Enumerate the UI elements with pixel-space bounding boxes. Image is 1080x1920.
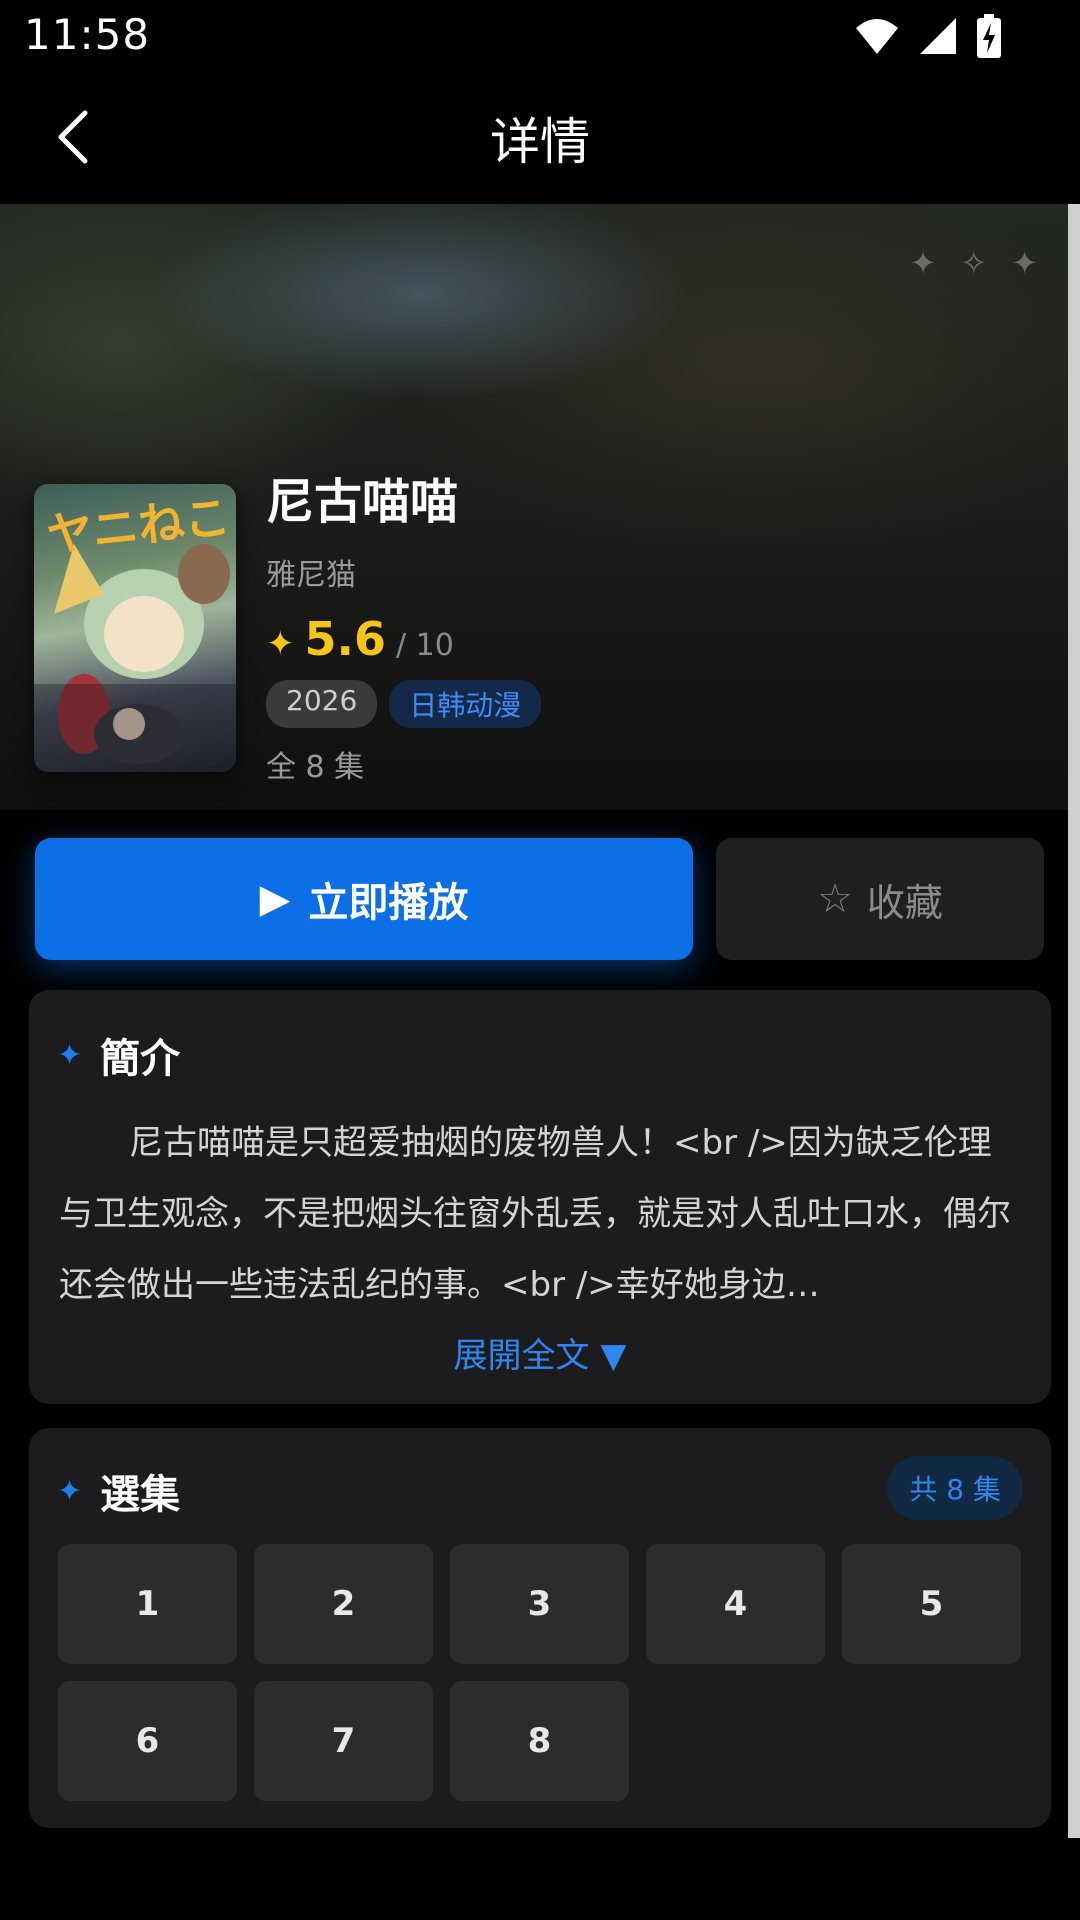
- episode-button[interactable]: 4: [646, 1544, 825, 1664]
- detail-page: 11:58 详情 ✦ ✧ ✦ ヤニねこ 尼古喵喵 雅尼猫 ✦ 5.6 / 10 …: [0, 0, 1080, 1920]
- episode-button[interactable]: 1: [58, 1544, 237, 1664]
- scrollbar[interactable]: [1068, 204, 1080, 1838]
- cell-signal-icon: [918, 16, 958, 60]
- rating: ✦ 5.6 / 10: [266, 612, 1026, 666]
- status-bar: 11:58: [0, 0, 1080, 72]
- episode-button[interactable]: 7: [254, 1681, 433, 1801]
- top-app-bar: 详情: [0, 72, 1080, 204]
- sparkle-icon: ✦: [57, 1473, 83, 1509]
- play-now-label: 立即播放: [308, 880, 469, 926]
- status-icons: [854, 14, 1002, 62]
- episode-button[interactable]: 2: [254, 1544, 433, 1664]
- poster-image: ヤニねこ: [34, 484, 236, 772]
- episode-button[interactable]: 6: [58, 1681, 237, 1801]
- synopsis-header: ✦ 簡介: [57, 1026, 180, 1084]
- sparkle-icon: ✧: [960, 244, 988, 282]
- episode-button[interactable]: 8: [450, 1681, 629, 1801]
- anime-subtitle: 雅尼猫: [266, 558, 356, 593]
- rating-max: / 10: [396, 628, 454, 663]
- anime-info: 尼古喵喵 雅尼猫 ✦ 5.6 / 10 2026 日韩动漫 全 8 集: [266, 462, 1026, 786]
- episode-grid: 1 2 3 4 5 6 7 8: [58, 1544, 1022, 1801]
- episode-selector-header: ✦ 選集: [57, 1462, 180, 1520]
- episode-total: 全 8 集: [266, 750, 365, 785]
- tag-list: 2026 日韩动漫: [266, 680, 1026, 728]
- play-now-button[interactable]: ▶ 立即播放: [35, 838, 693, 960]
- rating-value: 5.6: [304, 612, 387, 666]
- page-title: 详情: [490, 113, 590, 171]
- episode-selector-card: ✦ 選集 共 8 集 1 2 3 4 5 6 7 8: [29, 1428, 1051, 1828]
- sparkle-decoration: ✦ ✧ ✦: [910, 244, 1038, 282]
- anime-title: 尼古喵喵: [266, 474, 459, 530]
- episode-button[interactable]: 5: [842, 1544, 1021, 1664]
- scrollbar-thumb[interactable]: [1068, 204, 1080, 1838]
- play-icon: ▶: [259, 876, 291, 922]
- sparkle-icon: ✦: [57, 1037, 83, 1073]
- episode-count-badge: 共 8 集: [887, 1456, 1023, 1520]
- synopsis-title: 簡介: [100, 1036, 181, 1082]
- status-time: 11:58: [24, 10, 151, 59]
- sparkle-icon: ✦: [909, 244, 937, 282]
- star-outline-icon: ☆: [817, 876, 853, 922]
- sparkle-icon: ✦: [1011, 244, 1038, 282]
- synopsis-text: 尼古喵喵是只超爱抽烟的废物兽人！<br />因为缺乏伦理与卫生观念，不是把烟头往…: [59, 1123, 1011, 1305]
- expand-synopsis-link[interactable]: 展開全文 ▼: [29, 1328, 1051, 1377]
- favorite-button[interactable]: ☆ 收藏: [716, 838, 1044, 960]
- battery-charging-icon: [976, 14, 1002, 62]
- episode-button[interactable]: 3: [450, 1544, 629, 1664]
- episode-selector-title: 選集: [100, 1472, 181, 1518]
- genre-tag: 日韩动漫: [389, 680, 542, 728]
- synopsis-card: ✦ 簡介 尼古喵喵是只超爱抽烟的废物兽人！<br />因为缺乏伦理与卫生观念，不…: [29, 990, 1051, 1404]
- hero-banner: ✦ ✧ ✦ ヤニねこ 尼古喵喵 雅尼猫 ✦ 5.6 / 10 2026 日韩动漫…: [0, 204, 1068, 810]
- year-tag: 2026: [266, 680, 378, 728]
- favorite-label: 收藏: [866, 880, 943, 925]
- wifi-icon: [854, 16, 900, 60]
- rating-star-icon: ✦: [266, 624, 295, 664]
